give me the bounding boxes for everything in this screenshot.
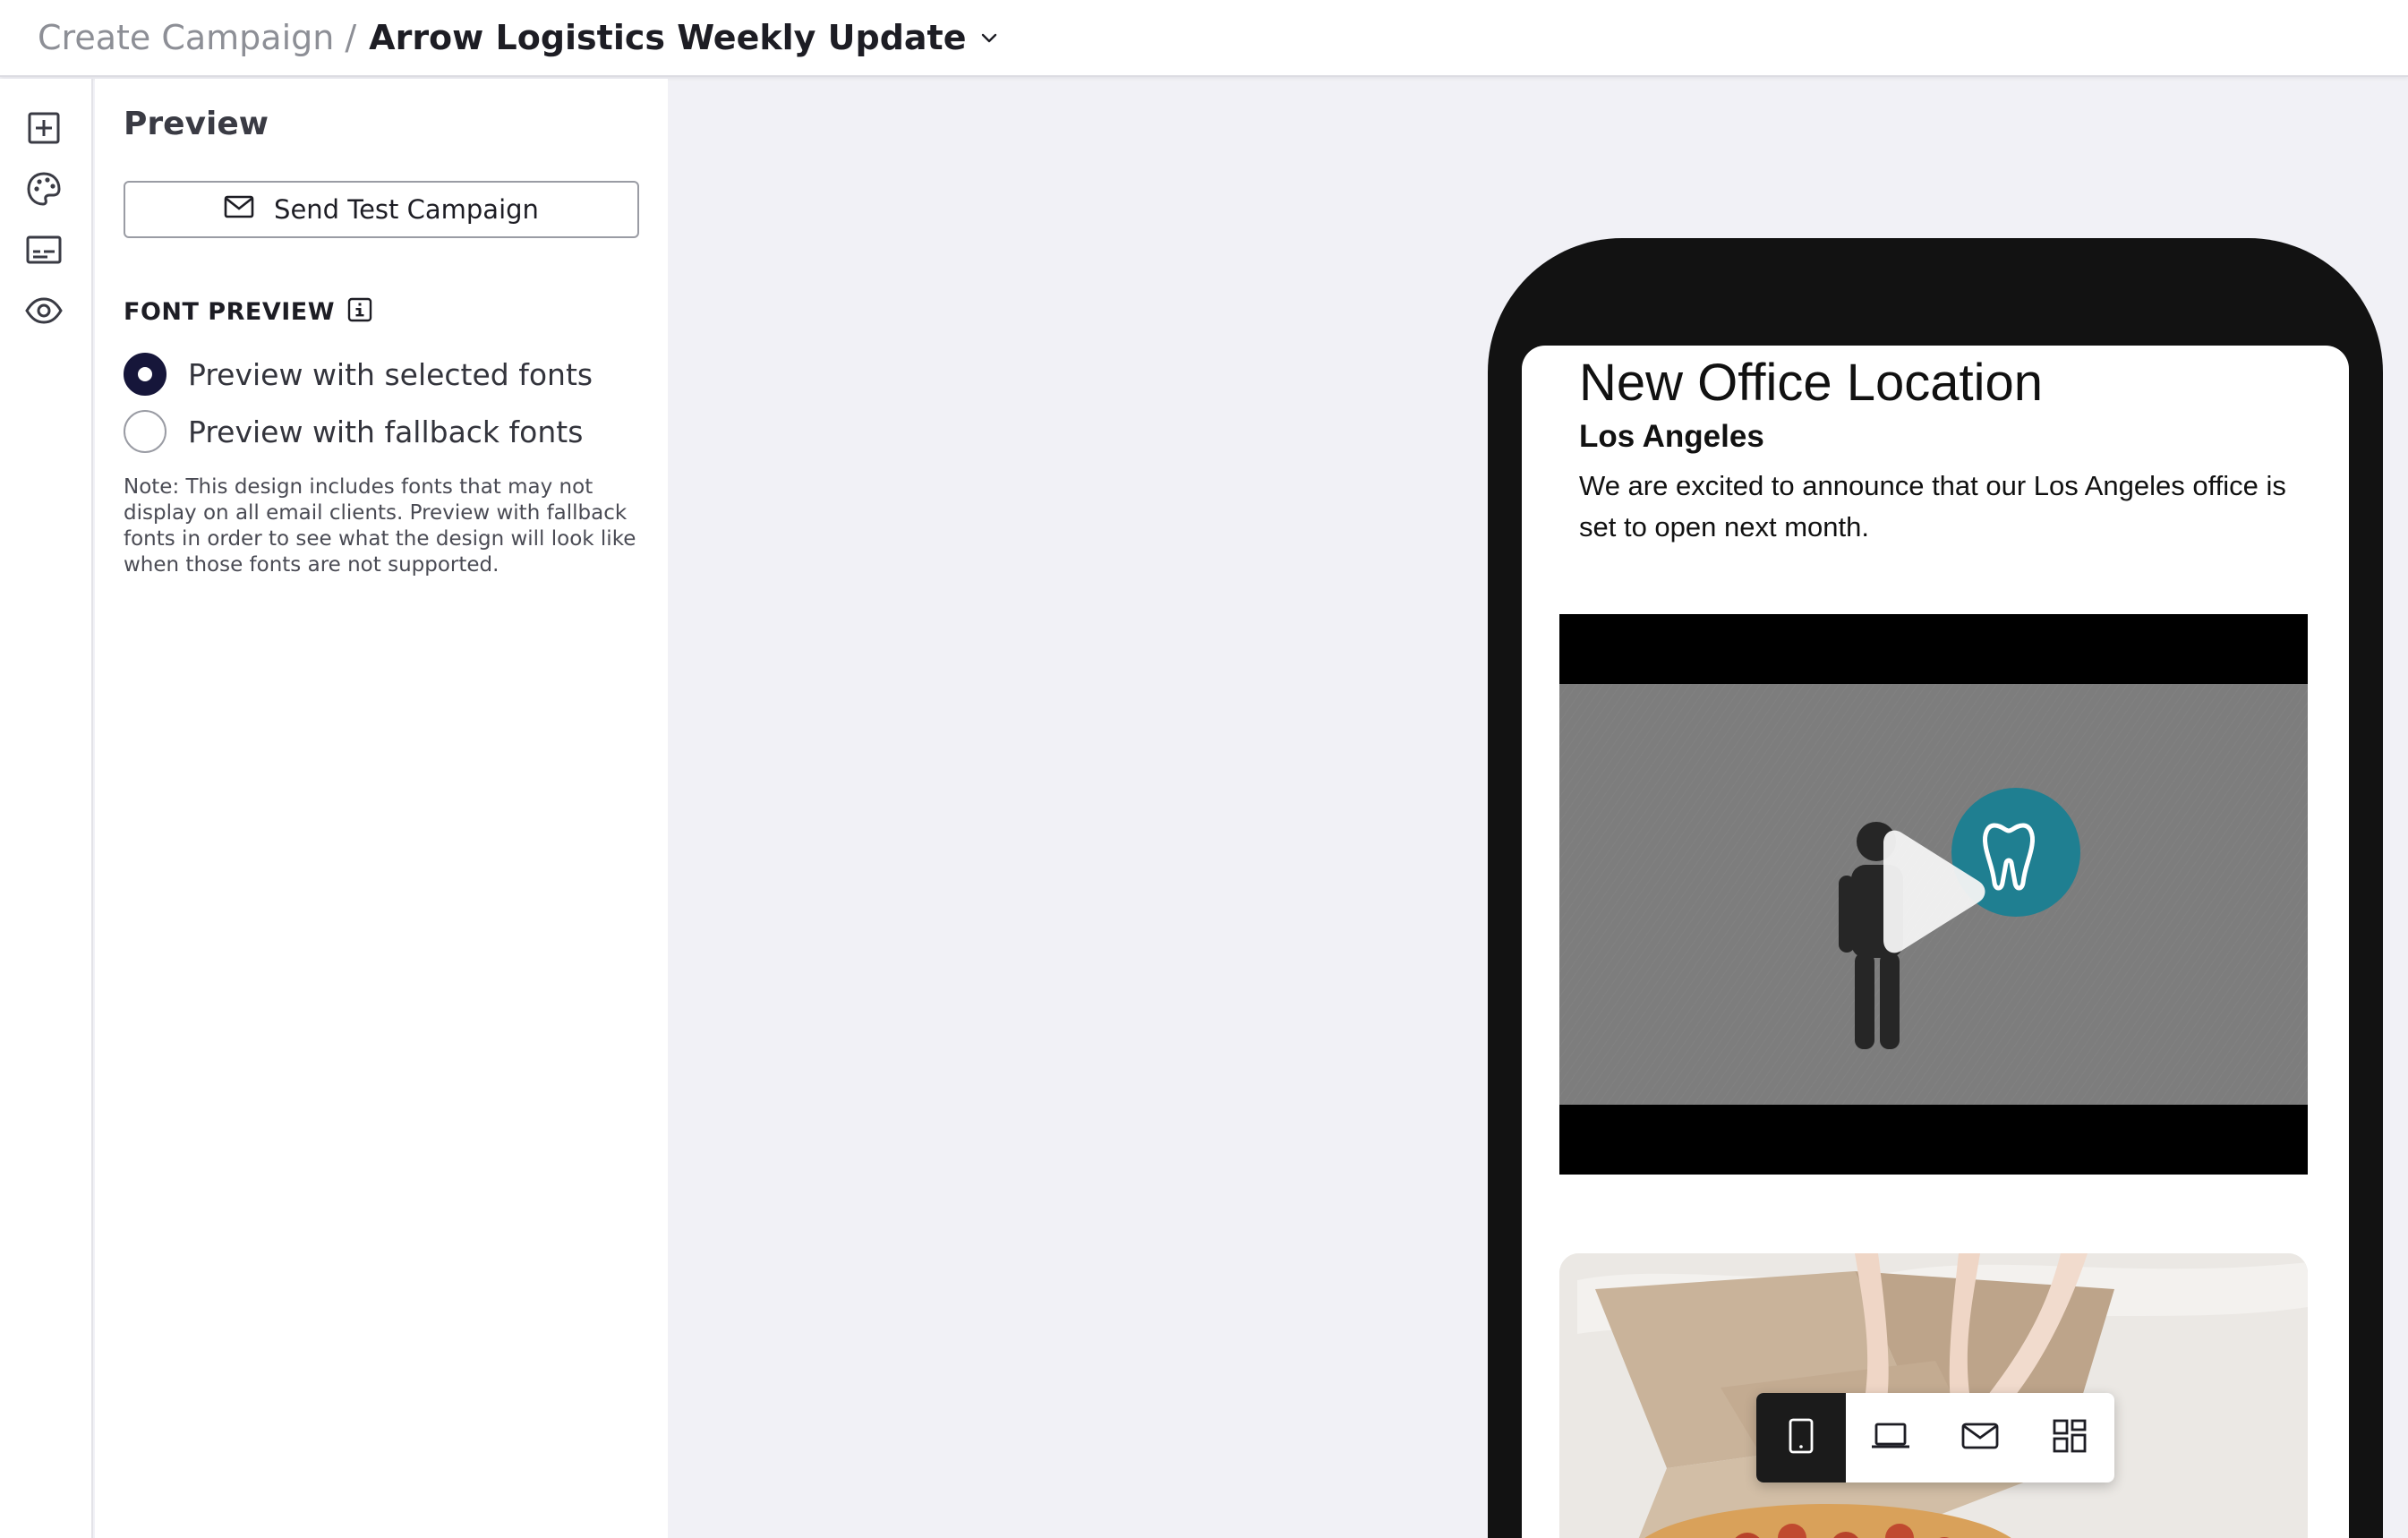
video-block[interactable] (1559, 614, 2308, 1175)
radio-selected-fonts[interactable]: Preview with selected fonts (124, 353, 593, 396)
breadcrumb-create-campaign[interactable]: Create Campaign (38, 18, 334, 57)
email-subheading: Los Angeles (1579, 419, 1764, 454)
mobile-icon (1788, 1418, 1815, 1457)
inbox-view-button[interactable] (1935, 1393, 2025, 1482)
panel-title: Preview (124, 106, 269, 142)
mobile-view-button[interactable] (1756, 1393, 1846, 1482)
font-preview-header: FONT PREVIEW (124, 297, 372, 326)
email-preview-screen: New Office Location Los Angeles We are e… (1522, 346, 2349, 1538)
tool-rail (0, 79, 93, 1538)
content-icon[interactable] (23, 229, 64, 270)
palette-icon[interactable] (23, 168, 64, 209)
mail-icon (1961, 1423, 1999, 1453)
video-thumbnail (1559, 684, 2308, 1105)
laptop-icon (1870, 1422, 1911, 1454)
breadcrumb-separator: / (345, 18, 357, 57)
campaign-title[interactable]: Arrow Logistics Weekly Update (369, 18, 966, 57)
eye-icon[interactable] (23, 290, 64, 331)
envelope-icon (224, 194, 254, 225)
radio-fallback-fonts[interactable]: Preview with fallback fonts (124, 410, 583, 453)
send-test-campaign-label: Send Test Campaign (274, 194, 539, 225)
grid-view-button[interactable] (2025, 1393, 2114, 1482)
top-bar: Create Campaign / Arrow Logistics Weekly… (0, 0, 2408, 77)
font-note: Note: This design includes fonts that ma… (124, 475, 636, 577)
chevron-down-icon[interactable] (978, 27, 1000, 48)
radio-label-fallback-fonts: Preview with fallback fonts (188, 414, 584, 449)
email-heading: New Office Location (1579, 354, 2043, 412)
desktop-view-button[interactable] (1846, 1393, 1935, 1482)
preview-panel: Preview Send Test Campaign FONT PREVIEW … (95, 79, 668, 1538)
add-block-icon[interactable] (23, 107, 64, 149)
grid-icon (2053, 1419, 2087, 1457)
radio-button-unchecked[interactable] (124, 410, 167, 453)
info-icon[interactable] (347, 297, 372, 326)
font-preview-label: FONT PREVIEW (124, 297, 336, 326)
send-test-campaign-button[interactable]: Send Test Campaign (124, 181, 639, 238)
radio-label-selected-fonts: Preview with selected fonts (188, 356, 593, 392)
device-toolbar (1756, 1393, 2114, 1482)
radio-button-checked[interactable] (124, 353, 167, 396)
email-body-text: We are excited to announce that our Los … (1579, 470, 2286, 543)
